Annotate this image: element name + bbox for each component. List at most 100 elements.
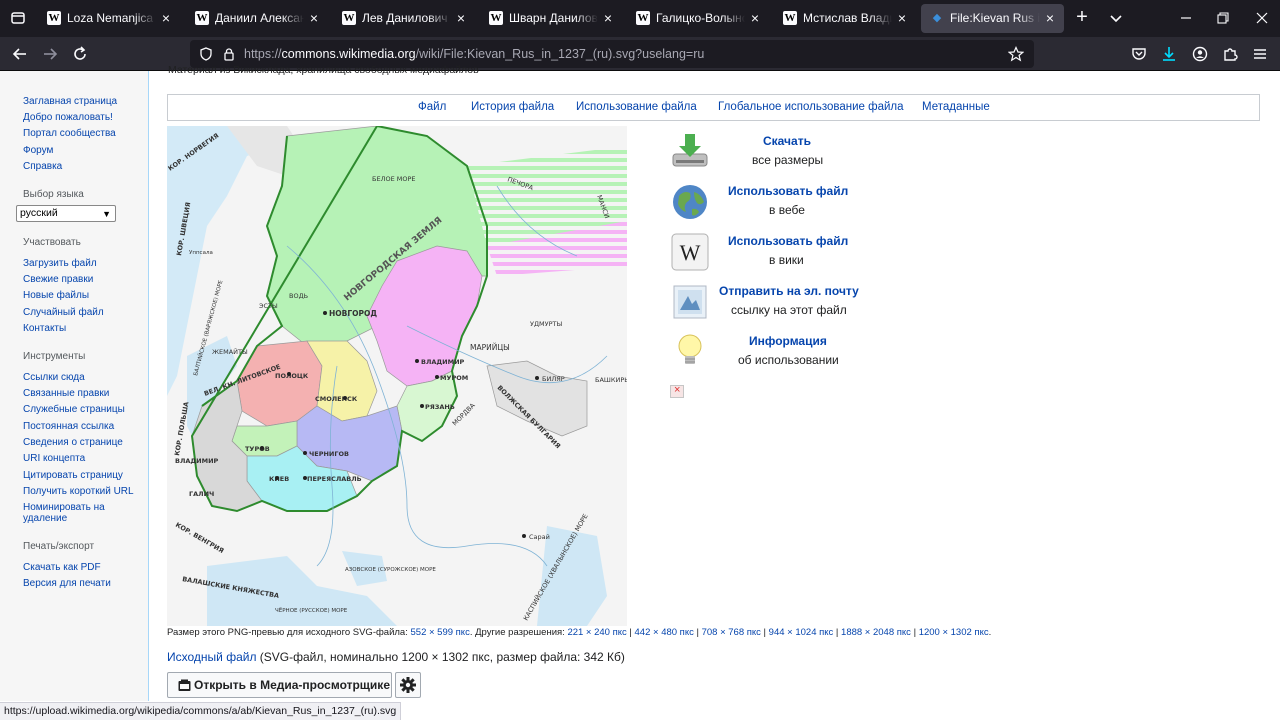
- svg-file-favicon-icon: ◆: [932, 11, 942, 24]
- close-tab-icon[interactable]: ×: [158, 10, 174, 26]
- use-on-web-subtitle: в вебе: [769, 203, 805, 217]
- new-tab-button[interactable]: +: [1072, 7, 1092, 28]
- account-icon[interactable]: [1189, 43, 1211, 65]
- resolution-link[interactable]: 442 × 480 пкс: [635, 627, 694, 638]
- sidebar-item-permanent-link[interactable]: Постоянная ссылка: [23, 421, 114, 432]
- sidebar-item-upload[interactable]: Загрузить файл: [23, 258, 97, 269]
- close-tab-icon[interactable]: ×: [747, 10, 763, 26]
- lightbulb-icon[interactable]: [670, 330, 710, 370]
- sidebar-item-related-changes[interactable]: Связанные правки: [23, 388, 109, 399]
- firefox-view-icon[interactable]: [6, 6, 30, 30]
- browser-tab[interactable]: W Лев Данилович — Википедия ×: [333, 4, 475, 33]
- download-subtitle: все размеры: [752, 153, 824, 167]
- resolution-link[interactable]: 1200 × 1302 пкс: [919, 627, 989, 638]
- open-media-viewer-label: Открыть в Медиа-просмотрщике: [194, 678, 390, 692]
- map-label-galich: ГАЛИЧ: [189, 490, 214, 498]
- map-label-mariytsy: МАРИЙЦЫ: [470, 343, 510, 352]
- tracking-protection-shield-icon[interactable]: [199, 47, 213, 61]
- sidebar-item-what-links-here[interactable]: Ссылки сюда: [23, 372, 85, 383]
- close-tab-icon[interactable]: ×: [306, 10, 322, 26]
- sidebar-item-recent-changes[interactable]: Свежие правки: [23, 274, 93, 285]
- wikipedia-icon[interactable]: W: [670, 232, 710, 272]
- lock-icon[interactable]: [222, 47, 236, 61]
- participate-heading: Участвовать: [23, 237, 81, 248]
- sidebar-item-download-pdf[interactable]: Скачать как PDF: [23, 562, 101, 573]
- tab-metadata[interactable]: Метаданные: [922, 101, 990, 113]
- restore-window-icon[interactable]: [1213, 8, 1233, 28]
- resolution-suffix: .: [988, 627, 992, 638]
- resolution-link[interactable]: 1888 × 2048 пкс: [841, 627, 911, 638]
- resolution-link[interactable]: 944 × 1024 пкс: [769, 627, 834, 638]
- sidebar-item-help[interactable]: Справка: [23, 161, 62, 172]
- file-section-tabs: Файл История файла Использование файла Г…: [167, 94, 1260, 121]
- forward-icon[interactable]: [39, 43, 61, 65]
- browser-tab[interactable]: W Loza Nemanjica Deca ×: [38, 4, 180, 33]
- browser-tab[interactable]: W Галицко-Волынское княжество ×: [627, 4, 769, 33]
- tab-title: Мстислав Владимирович: [803, 11, 892, 26]
- browser-tab-active[interactable]: ◆ File:Kievan Rus in 1237 ×: [921, 4, 1064, 33]
- open-media-viewer-button[interactable]: Открыть в Медиа-просмотрщике: [167, 672, 392, 698]
- close-window-icon[interactable]: [1252, 8, 1272, 28]
- sidebar-item-concept-uri[interactable]: URI концепта: [23, 453, 85, 464]
- sidebar-item-welcome[interactable]: Добро пожаловать!: [23, 112, 113, 123]
- tab-file[interactable]: Файл: [418, 101, 446, 113]
- download-icon[interactable]: [670, 130, 710, 170]
- sidebar-item-main-page[interactable]: Заглавная страница: [23, 96, 117, 107]
- sidebar-item-short-url[interactable]: Получить короткий URL: [23, 486, 134, 497]
- globe-icon[interactable]: [670, 182, 710, 222]
- resolution-current-link[interactable]: 552 × 599 пкс: [411, 627, 470, 638]
- download-link[interactable]: Скачать: [763, 134, 811, 148]
- url-text[interactable]: https://commons.wikimedia.org/wiki/File:…: [244, 47, 704, 61]
- close-tab-icon[interactable]: ×: [1042, 10, 1058, 26]
- email-icon[interactable]: [670, 282, 710, 322]
- sidebar-item-nominate-deletion-line2[interactable]: удаление: [23, 513, 67, 524]
- list-all-tabs-icon[interactable]: [1106, 8, 1126, 28]
- tab-file-history[interactable]: История файла: [471, 101, 554, 113]
- tab-file-usage[interactable]: Использование файла: [576, 101, 697, 113]
- use-on-web-link[interactable]: Использовать файл: [728, 184, 848, 198]
- map-label-bashkiry: БАШКИРЫ: [595, 376, 627, 384]
- map-label-vod: ВОДЬ: [289, 292, 308, 300]
- svg-text:W: W: [680, 240, 701, 265]
- app-menu-icon[interactable]: [1249, 43, 1271, 65]
- minimize-window-icon[interactable]: [1176, 8, 1196, 28]
- kievan-rus-map-image[interactable]: КОР. НОРВЕГИЯ КОР. ШВЕЦИЯ БЕЛОЕ МОРЕ ПЕЧ…: [167, 126, 627, 626]
- sidebar-item-community-portal[interactable]: Портал сообщества: [23, 128, 116, 139]
- source-file-link[interactable]: Исходный файл: [167, 650, 256, 664]
- close-tab-icon[interactable]: ×: [453, 10, 469, 26]
- email-link[interactable]: Отправить на эл. почту: [719, 284, 859, 298]
- browser-tab[interactable]: W Даниил Александрович ×: [186, 4, 328, 33]
- status-bar-url: https://upload.wikimedia.org/wikipedia/c…: [0, 702, 402, 720]
- language-select[interactable]: русский ▼: [16, 205, 116, 222]
- sidebar-item-cite-page[interactable]: Цитировать страницу: [23, 470, 123, 481]
- sidebar-item-special-pages[interactable]: Служебные страницы: [23, 404, 125, 415]
- extensions-icon[interactable]: [1219, 43, 1241, 65]
- tab-global-usage[interactable]: Глобальное использование файла: [718, 101, 904, 113]
- sidebar-item-new-files[interactable]: Новые файлы: [23, 290, 89, 301]
- sidebar-item-nominate-deletion[interactable]: Номинировать на: [23, 502, 105, 513]
- information-link[interactable]: Информация: [749, 334, 827, 348]
- resolution-link[interactable]: 708 × 768 пкс: [702, 627, 761, 638]
- media-viewer-settings-button[interactable]: [395, 672, 421, 698]
- source-file-line: Исходный файл (SVG-файл, номинально 1200…: [167, 650, 625, 664]
- sidebar-item-page-info[interactable]: Сведения о странице: [23, 437, 123, 448]
- browser-tab[interactable]: W Шварн Данилович — Википедия ×: [480, 4, 622, 33]
- sidebar-item-random-file[interactable]: Случайный файл: [23, 307, 104, 318]
- sidebar-item-contacts[interactable]: Контакты: [23, 323, 66, 334]
- downloads-icon[interactable]: [1158, 43, 1180, 65]
- broken-image-icon: [670, 384, 684, 398]
- sidebar-item-forum[interactable]: Форум: [23, 145, 53, 156]
- bookmark-star-icon[interactable]: [1007, 46, 1025, 62]
- pocket-icon[interactable]: [1128, 43, 1150, 65]
- close-tab-icon[interactable]: ×: [894, 10, 910, 26]
- resolution-others-label: . Другие разрешения:: [469, 627, 565, 638]
- close-tab-icon[interactable]: ×: [600, 10, 616, 26]
- sidebar-item-printable-version[interactable]: Версия для печати: [23, 578, 111, 589]
- browser-tab[interactable]: W Мстислав Владимирович ×: [774, 4, 916, 33]
- tab-title: Галицко-Волынское княжество: [656, 11, 745, 26]
- gear-icon: [400, 677, 416, 693]
- resolution-link[interactable]: 221 × 240 пкс: [567, 627, 626, 638]
- use-on-wiki-link[interactable]: Использовать файл: [728, 234, 848, 248]
- back-icon[interactable]: [9, 43, 31, 65]
- reload-icon[interactable]: [69, 43, 91, 65]
